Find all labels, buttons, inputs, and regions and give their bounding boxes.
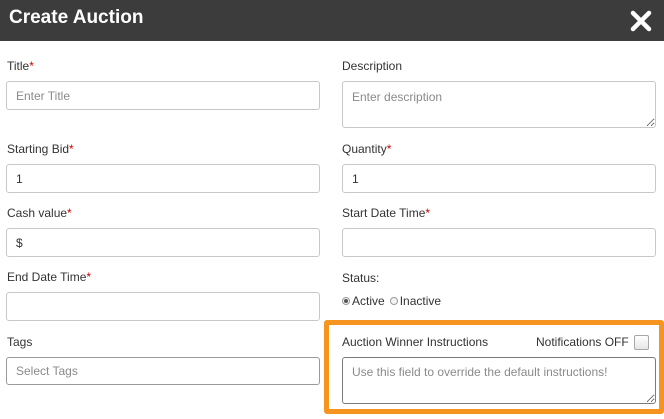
end-date-time-input[interactable] xyxy=(6,292,320,321)
notifications-label: Notifications OFF xyxy=(536,335,629,349)
close-icon xyxy=(630,10,652,32)
status-inactive-radio[interactable] xyxy=(389,297,398,305)
quantity-input[interactable] xyxy=(342,164,656,193)
title-input[interactable] xyxy=(6,81,320,110)
status-inactive-label: Inactive xyxy=(399,294,442,308)
cash-value-label: Cash value* xyxy=(7,206,72,220)
close-button[interactable] xyxy=(626,6,656,36)
required-marker: * xyxy=(425,206,431,220)
starting-bid-label: Starting Bid* xyxy=(7,142,74,156)
end-date-time-label: End Date Time* xyxy=(7,270,92,284)
status-active-radio[interactable] xyxy=(342,297,350,305)
start-date-time-input[interactable] xyxy=(342,228,656,257)
winner-instructions-label: Auction Winner Instructions xyxy=(342,335,489,349)
winner-instructions-textarea[interactable] xyxy=(342,357,656,404)
modal-header: Create Auction xyxy=(0,0,664,41)
tags-select[interactable] xyxy=(6,357,320,385)
required-marker: * xyxy=(67,206,72,220)
quantity-label: Quantity* xyxy=(342,142,392,156)
required-marker: * xyxy=(69,142,74,156)
status-label: Status: xyxy=(342,271,380,285)
required-marker: * xyxy=(86,270,92,284)
start-date-time-label: Start Date Time* xyxy=(342,206,431,220)
required-marker: * xyxy=(386,142,392,156)
description-textarea[interactable] xyxy=(342,81,656,128)
notifications-checkbox[interactable] xyxy=(634,335,649,350)
required-marker: * xyxy=(29,59,34,73)
title-label: Title* xyxy=(7,59,34,73)
status-active-label: Active xyxy=(352,294,385,308)
status-radio-group: Active Inactive xyxy=(342,294,441,308)
tags-label: Tags xyxy=(7,335,33,349)
modal-title: Create Auction xyxy=(9,7,144,28)
description-label: Description xyxy=(342,59,403,73)
cash-value-input[interactable] xyxy=(6,228,320,257)
starting-bid-input[interactable] xyxy=(6,164,320,193)
